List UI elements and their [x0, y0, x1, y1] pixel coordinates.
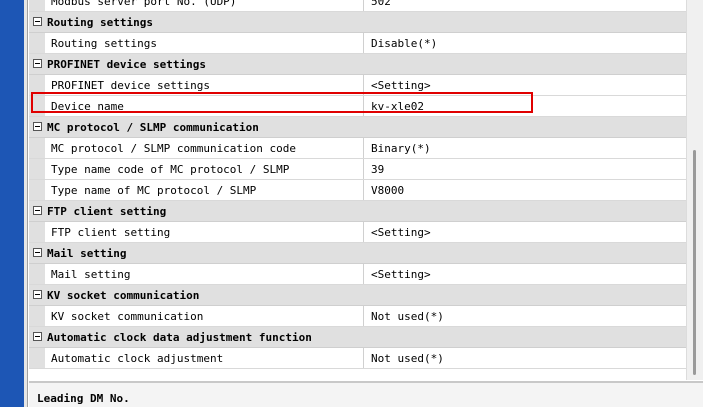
setting-value[interactable]: Not used(*) — [371, 310, 444, 323]
setting-name: FTP client setting — [51, 226, 171, 239]
column-divider — [363, 138, 364, 158]
setting-value[interactable]: 39 — [371, 163, 384, 176]
collapse-icon[interactable] — [33, 248, 42, 257]
category-row[interactable]: MC protocol / SLMP communication — [29, 117, 686, 138]
row-indent — [29, 222, 45, 242]
row-indent — [29, 0, 45, 11]
collapse-icon[interactable] — [33, 122, 42, 131]
category-row[interactable]: PROFINET device settings — [29, 54, 686, 75]
settings-grid: Modbus server port No. (UDP) 502 Routing s… — [29, 0, 686, 369]
setting-name: MC protocol / SLMP communication code — [51, 142, 297, 155]
row-indent — [29, 138, 45, 158]
category-row[interactable]: KV socket communication — [29, 285, 686, 306]
setting-name: Routing settings — [51, 37, 157, 50]
setting-name: Automatic clock adjustment — [51, 352, 224, 365]
column-divider — [363, 180, 364, 200]
setting-name: PROFINET device settings — [51, 79, 210, 92]
category-title: PROFINET device settings — [47, 58, 206, 71]
setting-row[interactable]: Mail setting <Setting> — [29, 264, 686, 285]
category-row[interactable]: FTP client setting — [29, 201, 686, 222]
category-title: KV socket communication — [47, 289, 200, 302]
setting-row[interactable]: Automatic clock adjustment Not used(*) — [29, 348, 686, 369]
column-divider — [363, 222, 364, 242]
collapse-icon[interactable] — [33, 206, 42, 215]
row-indent — [29, 159, 45, 179]
window-left-border — [24, 0, 28, 407]
category-title: MC protocol / SLMP communication — [47, 121, 259, 134]
setting-name: KV socket communication — [51, 310, 204, 323]
category-row[interactable]: Routing settings — [29, 12, 686, 33]
column-divider — [363, 348, 364, 368]
row-indent — [29, 180, 45, 200]
column-divider — [363, 159, 364, 179]
column-divider — [363, 0, 364, 11]
collapse-icon[interactable] — [33, 59, 42, 68]
category-title: Automatic clock data adjustment function — [47, 331, 312, 344]
setting-name: Type name code of MC protocol / SLMP — [51, 163, 290, 176]
column-divider — [363, 264, 364, 284]
setting-name: Mail setting — [51, 268, 131, 281]
setting-name: Type name of MC protocol / SLMP — [51, 184, 257, 197]
setting-value[interactable]: 502 — [371, 0, 391, 8]
setting-row[interactable]: MC protocol / SLMP communication code Bin… — [29, 138, 686, 159]
setting-value[interactable]: <Setting> — [371, 268, 431, 281]
setting-value[interactable]: Not used(*) — [371, 352, 444, 365]
setting-row[interactable]: Type name of MC protocol / SLMP V8000 — [29, 180, 686, 201]
collapse-icon[interactable] — [33, 332, 42, 341]
description-panel: Leading DM No. — [29, 383, 703, 407]
column-divider — [363, 306, 364, 326]
setting-value[interactable]: <Setting> — [371, 226, 431, 239]
category-title: FTP client setting — [47, 205, 167, 218]
setting-row[interactable]: FTP client setting <Setting> — [29, 222, 686, 243]
row-indent — [29, 348, 45, 368]
window-left-edge — [0, 0, 24, 407]
category-title: Routing settings — [47, 16, 153, 29]
setting-row[interactable]: KV socket communication Not used(*) — [29, 306, 686, 327]
category-title: Mail setting — [47, 247, 127, 260]
setting-value[interactable]: V8000 — [371, 184, 404, 197]
setting-name: Modbus server port No. (UDP) — [51, 0, 237, 8]
setting-value[interactable]: Disable(*) — [371, 37, 437, 50]
collapse-icon[interactable] — [33, 290, 42, 299]
row-indent — [29, 264, 45, 284]
setting-row[interactable]: Modbus server port No. (UDP) 502 — [29, 0, 686, 12]
setting-value[interactable]: <Setting> — [371, 79, 431, 92]
row-indent — [29, 33, 45, 53]
highlight-box-device-name — [31, 92, 533, 113]
column-divider — [363, 33, 364, 53]
description-text: Leading DM No. — [37, 392, 130, 405]
scrollbar-thumb[interactable] — [693, 150, 696, 375]
setting-row[interactable]: Routing settings Disable(*) — [29, 33, 686, 54]
setting-row[interactable]: Type name code of MC protocol / SLMP 39 — [29, 159, 686, 180]
setting-value[interactable]: Binary(*) — [371, 142, 431, 155]
collapse-icon[interactable] — [33, 17, 42, 26]
category-row[interactable]: Mail setting — [29, 243, 686, 264]
vertical-scrollbar[interactable] — [686, 0, 703, 380]
category-row[interactable]: Automatic clock data adjustment function — [29, 327, 686, 348]
row-indent — [29, 306, 45, 326]
